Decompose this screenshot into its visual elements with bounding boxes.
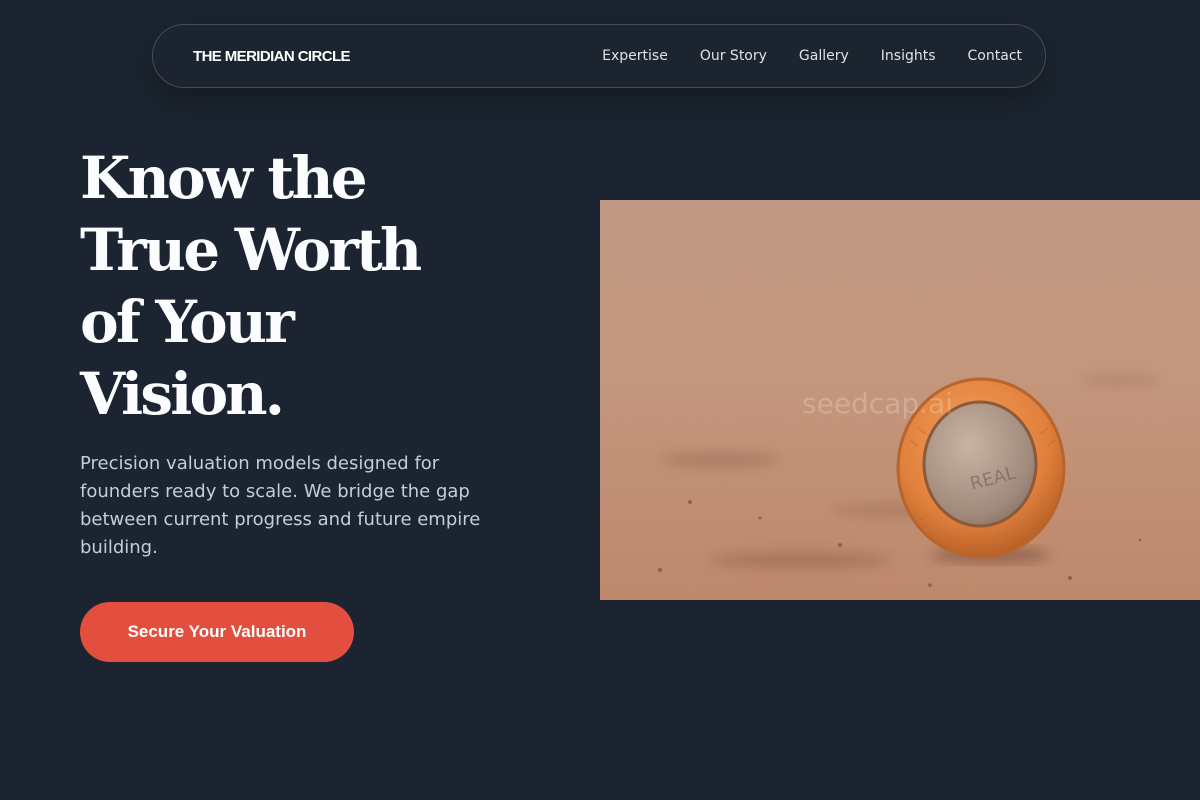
brand-logo[interactable]: THE MERIDIAN CIRCLE	[193, 48, 351, 65]
headline-line: of Your	[80, 288, 295, 356]
headline-line: Vision.	[80, 360, 285, 428]
secure-valuation-button[interactable]: Secure Your Valuation	[80, 602, 354, 662]
headline-line: True Worth	[80, 216, 422, 284]
nav-link-expertise[interactable]: Expertise	[602, 48, 668, 64]
nav-link-contact[interactable]: Contact	[968, 48, 1022, 64]
nav-link-our-story[interactable]: Our Story	[700, 48, 767, 64]
hero-headline: Know the True Worth of Your Vision.	[80, 142, 550, 430]
nav-links: Expertise Our Story Gallery Insights Con…	[602, 48, 1022, 64]
nav-link-insights[interactable]: Insights	[881, 48, 936, 64]
top-navigation: THE MERIDIAN CIRCLE Expertise Our Story …	[152, 24, 1046, 88]
headline-line: Know the	[80, 144, 368, 212]
hero-image-coin: REAL seedcap.ai	[600, 200, 1200, 600]
nav-link-gallery[interactable]: Gallery	[799, 48, 849, 64]
hero-subtitle: Precision valuation models designed for …	[80, 453, 481, 558]
watermark-text: seedcap.ai	[802, 387, 953, 420]
